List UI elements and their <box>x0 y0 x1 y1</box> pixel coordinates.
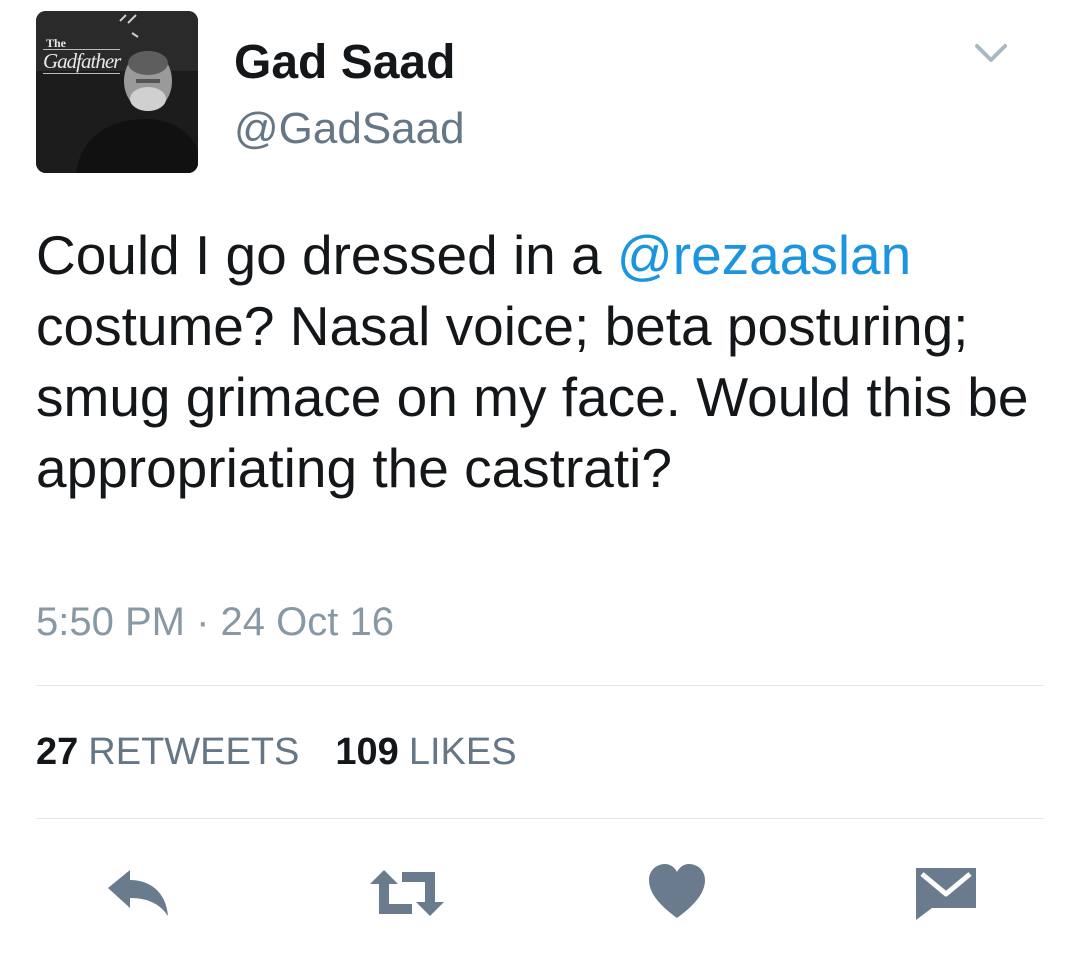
retweets-label: RETWEETS <box>88 731 300 773</box>
reply-icon[interactable] <box>102 866 172 920</box>
tweet-stats: 27 RETWEETS 109 LIKES <box>36 730 517 776</box>
avatar[interactable]: The Gadfather <box>36 11 198 173</box>
divider-top <box>36 685 1044 686</box>
tweet-time: 5:50 PM <box>36 600 185 644</box>
tweet-text-end: costume? Nasal voice; beta posturing; sm… <box>36 295 1029 499</box>
chevron-down-icon[interactable] <box>973 40 1009 68</box>
direct-message-icon[interactable] <box>914 866 978 922</box>
retweets-count: 27 <box>36 731 79 773</box>
author-handle[interactable]: @GadSaad <box>234 104 465 155</box>
avatar-logo-main: Gadfather <box>43 49 121 74</box>
avatar-logo-text: The Gadfather <box>43 36 121 74</box>
tweet-text: Could I go dressed in a @rezaaslan costu… <box>36 220 1046 504</box>
tweet-date: 24 Oct 16 <box>220 600 394 644</box>
retweet-icon[interactable] <box>366 866 448 920</box>
retweets-stat[interactable]: 27 RETWEETS <box>36 731 299 773</box>
tweet-timestamp: 5:50 PM · 24 Oct 16 <box>36 598 394 646</box>
likes-stat[interactable]: 109 LIKES <box>335 731 516 773</box>
timestamp-separator: · <box>196 600 210 644</box>
like-icon[interactable] <box>647 864 707 920</box>
divider-bottom <box>36 818 1044 819</box>
likes-count: 109 <box>335 731 399 773</box>
likes-label: LIKES <box>408 731 517 773</box>
mention-link[interactable]: @rezaaslan <box>617 224 911 286</box>
avatar-logo-small: The <box>46 36 67 50</box>
author-display-name[interactable]: Gad Saad <box>234 35 455 90</box>
tweet-text-start: Could I go dressed in a <box>36 224 617 286</box>
